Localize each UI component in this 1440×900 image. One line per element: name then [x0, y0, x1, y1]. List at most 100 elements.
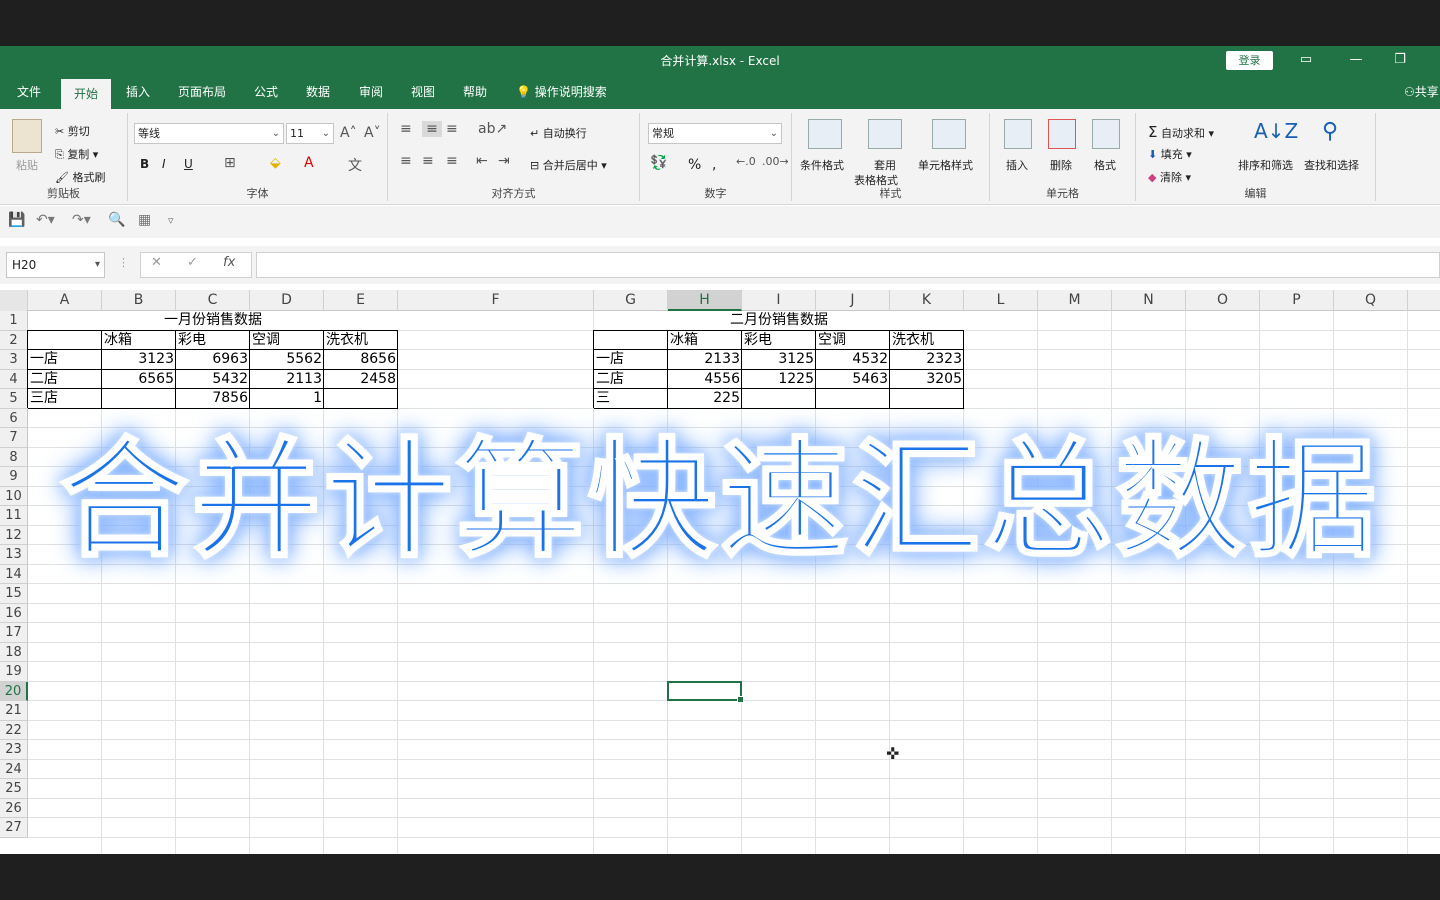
column-header-D[interactable]: D: [250, 290, 324, 311]
feb-value-cell[interactable]: [890, 389, 964, 409]
feb-store-label[interactable]: 二店: [594, 369, 668, 389]
jan-value-cell[interactable]: 7856: [176, 389, 250, 409]
ribbon-display-icon[interactable]: ▭: [1294, 49, 1318, 71]
restore-icon[interactable]: ❐: [1388, 49, 1412, 71]
name-box[interactable]: H20 ▾: [6, 252, 105, 278]
feb-value-cell[interactable]: [816, 389, 890, 409]
column-header-E[interactable]: E: [324, 290, 398, 311]
clear-button[interactable]: ◆ 清除 ▾: [1148, 169, 1191, 185]
column-header-O[interactable]: O: [1186, 290, 1260, 311]
format-cells-label[interactable]: 格式: [1094, 157, 1116, 173]
tab-formulas[interactable]: 公式: [246, 76, 286, 109]
form-icon[interactable]: ▦: [138, 212, 151, 228]
feb-value-cell[interactable]: 3205: [890, 369, 964, 389]
feb-value-cell[interactable]: 225: [668, 389, 742, 409]
row-header-23[interactable]: 23: [0, 740, 28, 760]
align-middle-icon[interactable]: ≡: [422, 121, 442, 137]
cut-button[interactable]: ✂ 剪切: [55, 123, 90, 139]
font-family-select[interactable]: 等线 ⌄: [134, 123, 284, 144]
column-header-H[interactable]: H: [668, 290, 742, 311]
active-cell[interactable]: [667, 680, 744, 703]
row-header-15[interactable]: 15: [0, 584, 28, 604]
jan-value-cell[interactable]: 2113: [250, 369, 324, 389]
column-header-J[interactable]: J: [816, 290, 890, 311]
row-header-3[interactable]: 3: [0, 350, 28, 370]
cell-styles-label[interactable]: 单元格样式: [918, 157, 973, 173]
currency-icon[interactable]: 💱: [650, 155, 667, 171]
column-header-F[interactable]: F: [398, 290, 594, 311]
column-header-R[interactable]: R: [1408, 290, 1440, 311]
row-header-24[interactable]: 24: [0, 759, 28, 779]
phonetic-icon[interactable]: 文: [348, 155, 362, 175]
jan-header[interactable]: 冰箱: [102, 330, 176, 350]
fill-button[interactable]: ⬇ 填充 ▾: [1148, 146, 1192, 162]
increase-decimal-icon[interactable]: ←.0: [736, 155, 756, 168]
formula-input[interactable]: [256, 252, 1440, 278]
jan-header[interactable]: 彩电: [176, 330, 250, 350]
jan-header[interactable]: 洗衣机: [324, 330, 398, 350]
tab-help[interactable]: 帮助: [455, 76, 495, 109]
italic-button[interactable]: I: [162, 157, 166, 171]
delete-cells-label[interactable]: 删除: [1050, 157, 1072, 173]
feb-header[interactable]: 冰箱: [668, 330, 742, 350]
tab-insert[interactable]: 插入: [118, 76, 158, 109]
find-select-label[interactable]: 查找和选择: [1304, 157, 1359, 173]
feb-header[interactable]: 空调: [816, 330, 890, 350]
conditional-format-label[interactable]: 条件格式: [800, 157, 844, 173]
column-header-C[interactable]: C: [176, 290, 250, 311]
undo-icon[interactable]: ↶▾: [36, 212, 55, 228]
conditional-format-icon[interactable]: [808, 119, 842, 149]
minimize-icon[interactable]: —: [1344, 49, 1368, 71]
increase-font-icon[interactable]: A˄: [340, 125, 357, 141]
percent-button[interactable]: %: [688, 157, 701, 173]
format-table-label-1[interactable]: 套用: [874, 157, 896, 173]
feb-value-cell[interactable]: 4532: [816, 350, 890, 370]
save-icon[interactable]: 💾: [8, 212, 25, 228]
share-button[interactable]: ⚇共享: [1404, 76, 1439, 109]
feb-value-cell[interactable]: 2323: [890, 350, 964, 370]
autosum-button[interactable]: Σ 自动求和 ▾: [1148, 123, 1214, 141]
enter-icon[interactable]: ✓: [187, 255, 198, 270]
feb-store-label[interactable]: 一店: [594, 350, 668, 370]
column-header-N[interactable]: N: [1112, 290, 1186, 311]
feb-title[interactable]: 二月份销售数据: [594, 311, 964, 331]
cancel-icon[interactable]: ✕: [151, 255, 162, 270]
bold-button[interactable]: B: [140, 157, 149, 171]
sort-filter-label[interactable]: 排序和筛选: [1238, 157, 1293, 173]
feb-store-label[interactable]: 三: [594, 389, 668, 409]
border-icon[interactable]: ⊞: [224, 155, 236, 171]
jan-value-cell[interactable]: 1: [250, 389, 324, 409]
align-center-icon[interactable]: ≡: [422, 153, 434, 169]
orientation-icon[interactable]: ab↗: [478, 121, 507, 137]
feb-value-cell[interactable]: 1225: [742, 369, 816, 389]
jan-header[interactable]: 空调: [250, 330, 324, 350]
align-bottom-icon[interactable]: ≡: [446, 121, 458, 137]
row-header-21[interactable]: 21: [0, 701, 28, 721]
row-header-2[interactable]: 2: [0, 330, 28, 350]
column-header-P[interactable]: P: [1260, 290, 1334, 311]
row-header-17[interactable]: 17: [0, 623, 28, 643]
jan-value-cell[interactable]: 2458: [324, 369, 398, 389]
tell-me-search[interactable]: 💡 操作说明搜索: [516, 76, 607, 109]
row-header-18[interactable]: 18: [0, 642, 28, 662]
increase-indent-icon[interactable]: ⇥: [498, 153, 510, 169]
row-header-25[interactable]: 25: [0, 779, 28, 799]
feb-value-cell[interactable]: 4556: [668, 369, 742, 389]
merge-center-button[interactable]: ⊟ 合并后居中 ▾: [530, 157, 607, 173]
paste-icon[interactable]: [12, 119, 42, 153]
tab-review[interactable]: 审阅: [351, 76, 391, 109]
feb-value-cell[interactable]: 5463: [816, 369, 890, 389]
tab-page-layout[interactable]: 页面布局: [172, 76, 232, 109]
column-header-M[interactable]: M: [1038, 290, 1112, 311]
decrease-decimal-icon[interactable]: .00→: [762, 155, 789, 168]
login-button[interactable]: 登录: [1226, 51, 1273, 70]
row-header-4[interactable]: 4: [0, 369, 28, 389]
fill-color-icon[interactable]: ⬙: [270, 155, 281, 171]
customize-toolbar-icon[interactable]: ▿: [168, 214, 174, 227]
insert-cells-label[interactable]: 插入: [1006, 157, 1028, 173]
wrap-text-button[interactable]: ↵ 自动换行: [530, 125, 587, 141]
font-size-select[interactable]: 11 ⌄: [286, 123, 334, 144]
row-header-5[interactable]: 5: [0, 389, 28, 409]
format-cells-icon[interactable]: [1092, 119, 1120, 149]
tab-file[interactable]: 文件: [8, 76, 50, 109]
